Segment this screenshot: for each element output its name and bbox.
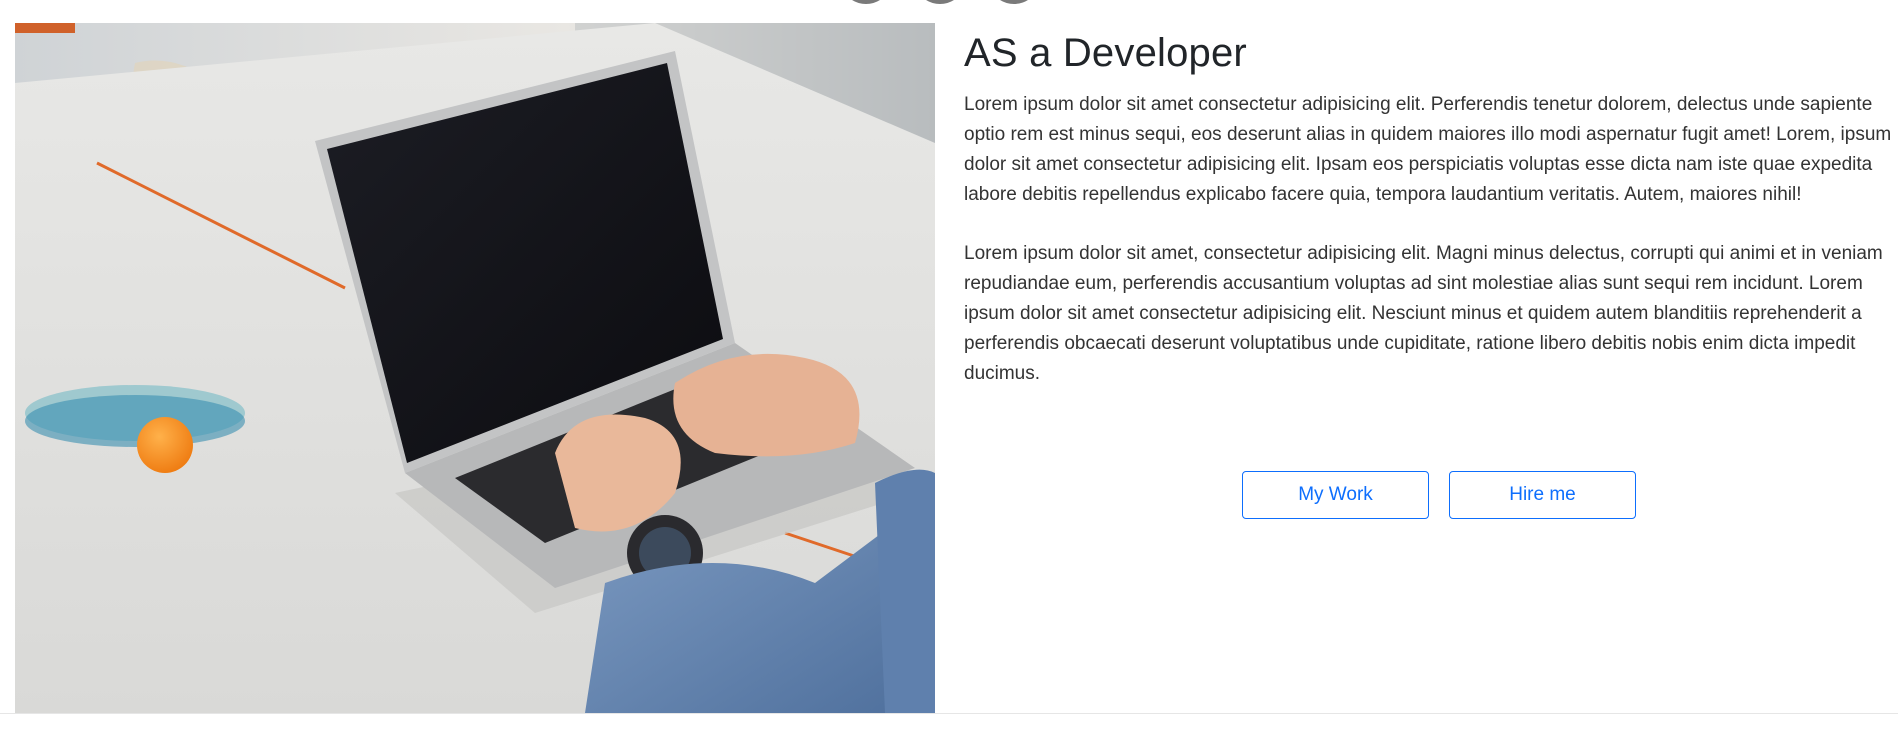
hero-content: AS a Developer Lorem ipsum dolor sit ame… [964, 23, 1898, 519]
carousel-indicator-2[interactable] [914, 0, 966, 4]
section-divider [0, 713, 1898, 714]
intro-paragraph-1: Lorem ipsum dolor sit amet consectetur a… [964, 94, 1892, 205]
carousel-indicator-1[interactable] [840, 0, 892, 4]
developer-laptop-photo [15, 23, 935, 713]
intro-paragraph-2: Lorem ipsum dolor sit amet, consectetur … [964, 243, 1883, 384]
carousel-indicator-3[interactable] [988, 0, 1040, 4]
page: AS a Developer Lorem ipsum dolor sit ame… [0, 0, 1898, 747]
cta-buttons: My Work Hire me [1242, 471, 1636, 519]
page-title: AS a Developer [964, 31, 1247, 75]
laptop-illustration [15, 23, 935, 713]
my-work-button[interactable]: My Work [1242, 471, 1429, 519]
carousel-indicators [840, 0, 1040, 4]
hero-section: AS a Developer Lorem ipsum dolor sit ame… [15, 23, 1898, 713]
hire-me-button[interactable]: Hire me [1449, 471, 1636, 519]
